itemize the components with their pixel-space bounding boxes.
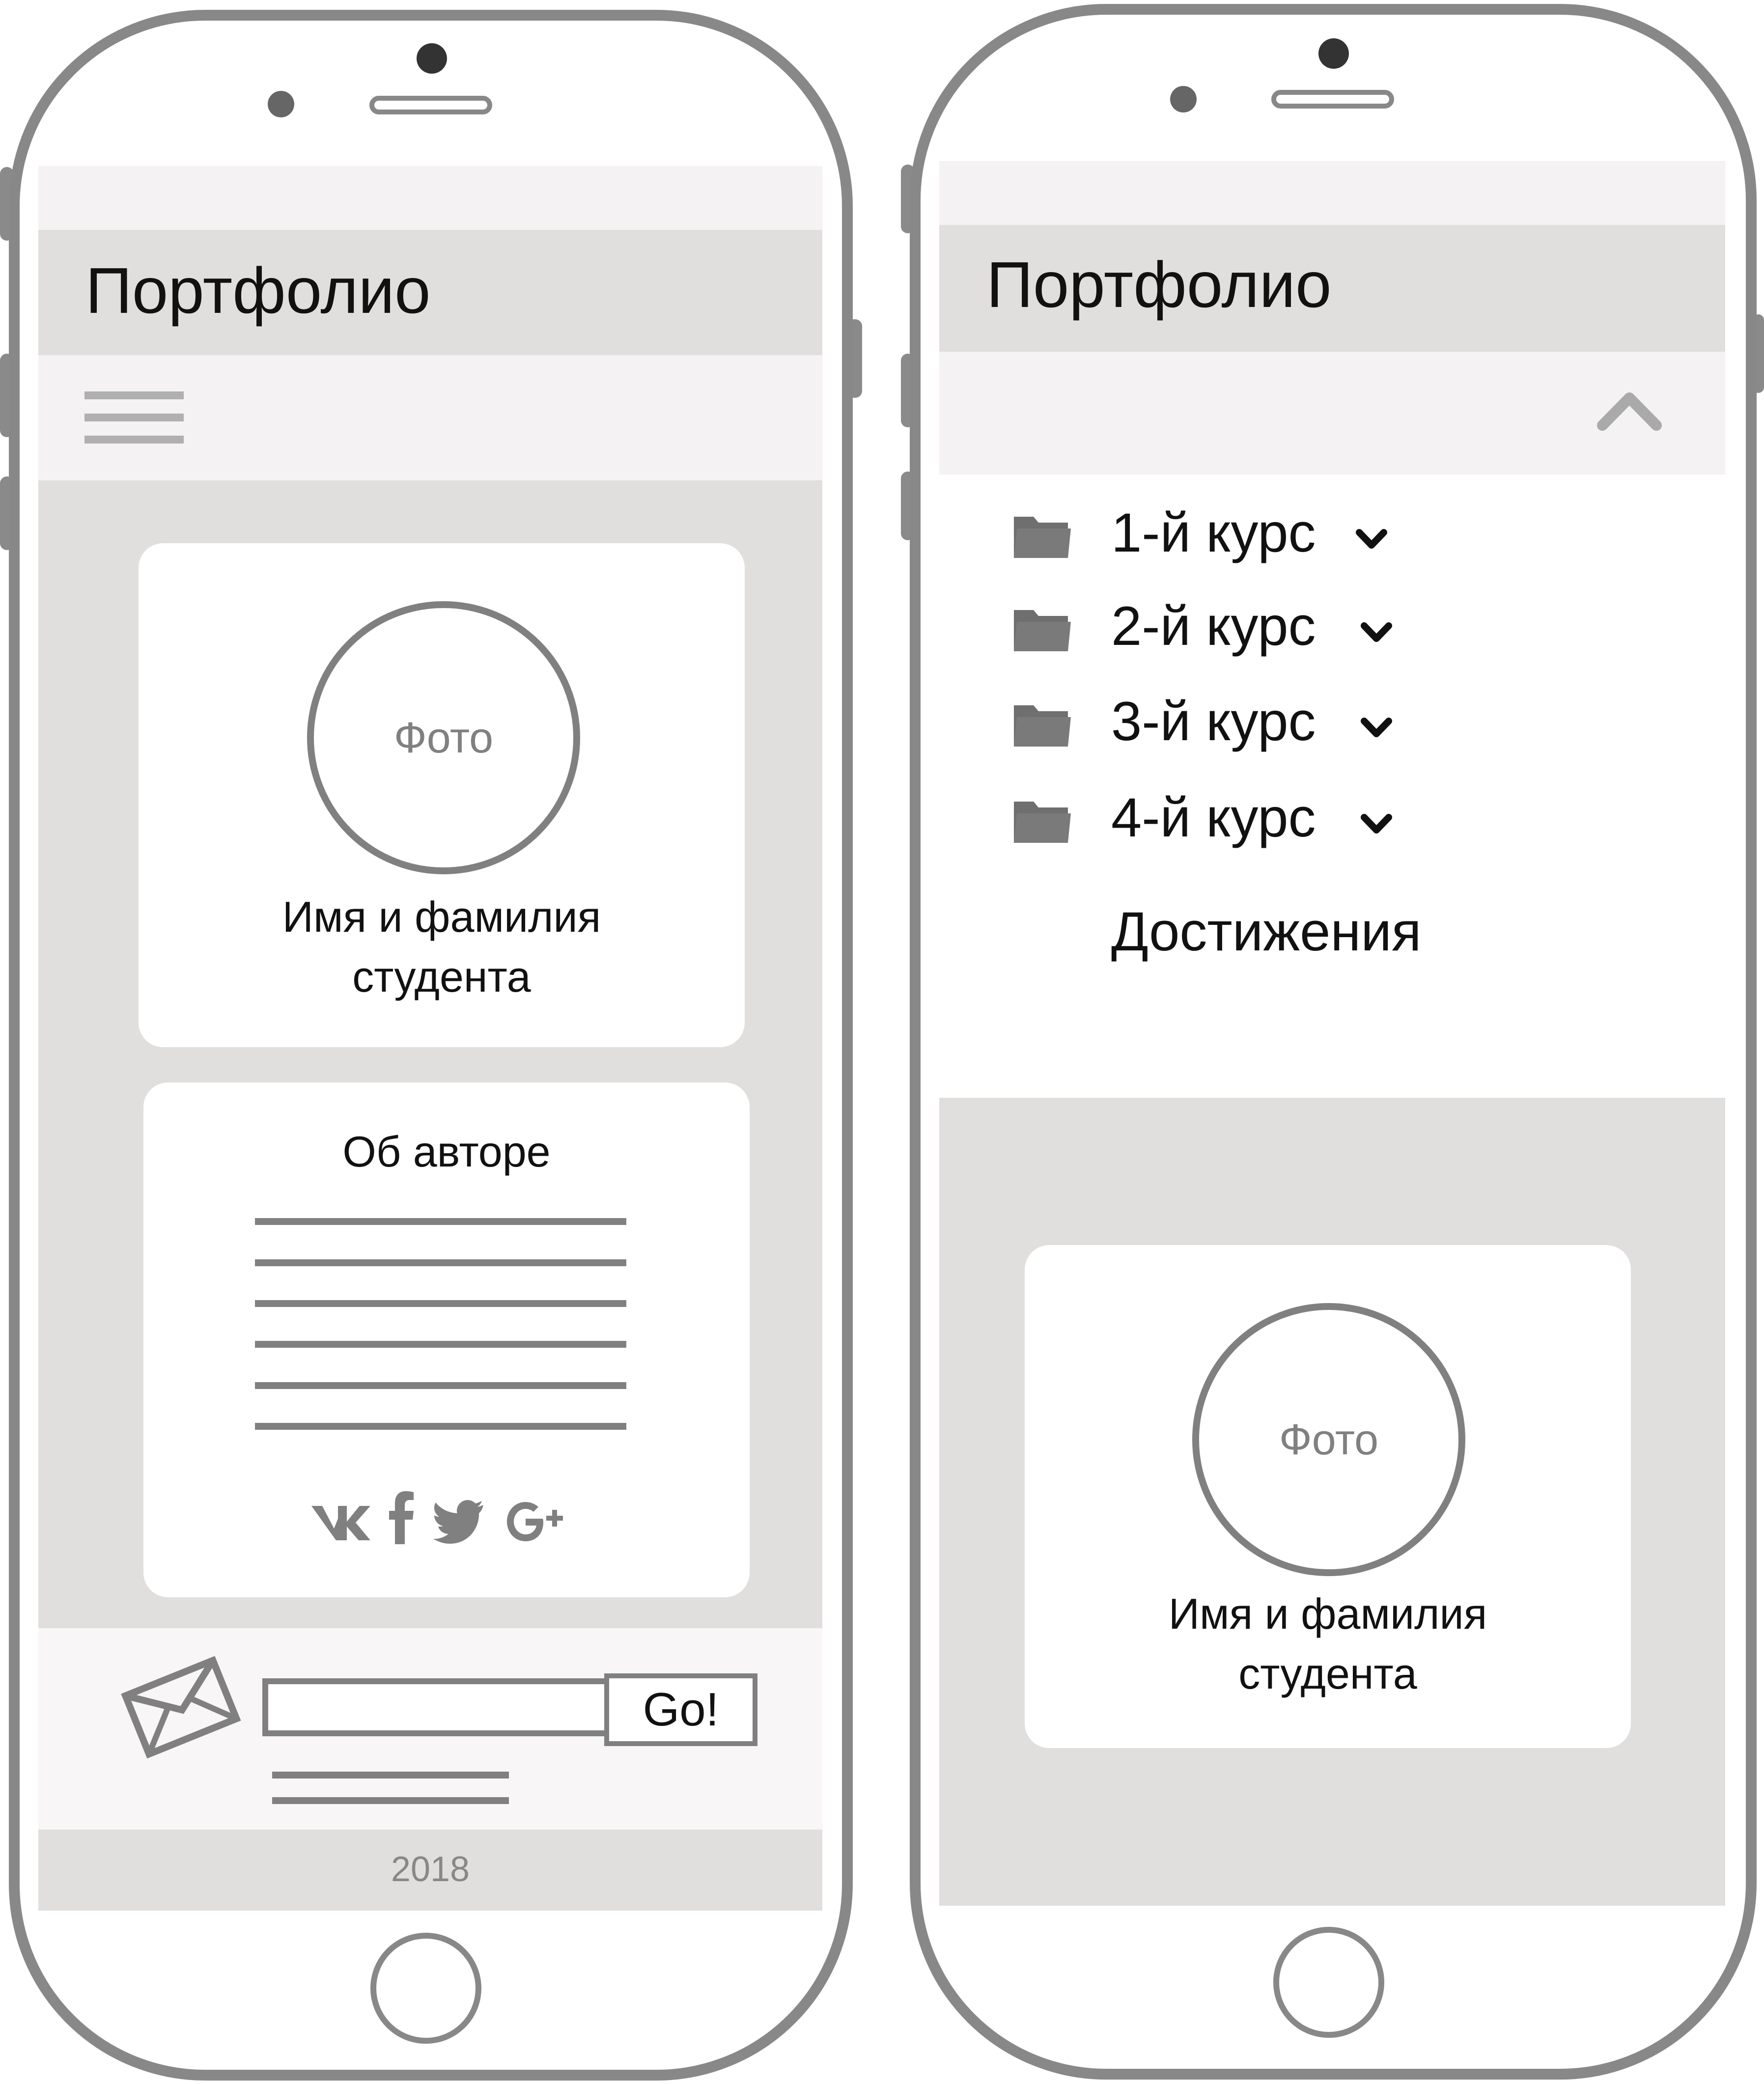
- folder-icon: [1014, 517, 1071, 558]
- menu-item-course-2[interactable]: 2-й курс: [939, 594, 1725, 658]
- chevron-down-icon[interactable]: [1359, 620, 1394, 644]
- menu-item-course-4[interactable]: 4-й курс: [939, 786, 1725, 850]
- folder-icon: [1014, 610, 1071, 651]
- sensor-dot: [268, 91, 294, 117]
- chevron-down-icon[interactable]: [1354, 527, 1389, 551]
- subscribe-note-line: [272, 1772, 509, 1778]
- status-bar: [38, 166, 822, 230]
- vk-icon[interactable]: [309, 1499, 371, 1543]
- menu-item-course-1[interactable]: 1-й курс: [939, 501, 1725, 565]
- content-area: Фото Имя и фамилия студента: [939, 1098, 1725, 1906]
- photo-label: Фото: [1279, 1415, 1379, 1464]
- chevron-up-icon[interactable]: [1596, 387, 1662, 431]
- hamburger-menu-icon[interactable]: [84, 386, 184, 449]
- content-area: Фото Имя и фамилия студента Об авторе: [38, 480, 822, 1794]
- page-title: Портфолио: [986, 249, 1332, 321]
- student-name-line1: Имя и фамилия: [282, 892, 601, 941]
- header: Портфолио: [38, 230, 822, 355]
- nav-bar: [38, 355, 822, 480]
- subscribe-note-line: [272, 1797, 509, 1804]
- photo-placeholder[interactable]: Фото: [1192, 1303, 1465, 1576]
- header: Портфолио: [939, 225, 1725, 352]
- chevron-down-icon[interactable]: [1359, 811, 1394, 836]
- profile-card: Фото Имя и фамилия студента: [139, 543, 745, 1047]
- photo-placeholder[interactable]: Фото: [307, 601, 580, 874]
- chevron-down-icon[interactable]: [1359, 715, 1394, 740]
- menu-item-label: 2-й курс: [1111, 595, 1316, 657]
- twitter-icon[interactable]: [433, 1496, 484, 1545]
- student-name-line1: Имя и фамилия: [1168, 1589, 1487, 1638]
- go-button[interactable]: Go!: [604, 1673, 757, 1746]
- envelope-icon: [121, 1656, 241, 1758]
- about-card: Об авторе: [143, 1083, 750, 1597]
- about-title: Об авторе: [342, 1127, 551, 1176]
- google-plus-icon[interactable]: [506, 1499, 571, 1543]
- student-name-line2: студента: [1238, 1649, 1417, 1698]
- left-subscribe: Go!: [38, 1628, 822, 1830]
- profile-card: Фото Имя и фамилия студента: [1025, 1245, 1631, 1748]
- status-bar: [939, 161, 1725, 225]
- right-screen: Портфолио 1-й курс 2-й курс 3-й курс 4-й…: [939, 161, 1725, 1906]
- sensor-dot: [1170, 86, 1197, 112]
- menu-item-course-3[interactable]: 3-й курс: [939, 690, 1725, 753]
- folder-icon: [1014, 705, 1071, 747]
- student-name-line2: студента: [352, 952, 531, 1001]
- menu-item-label: 1-й курс: [1111, 502, 1316, 563]
- speaker-grille: [1271, 90, 1394, 109]
- nav-bar: [939, 352, 1725, 474]
- page-title: Портфолио: [85, 254, 431, 327]
- home-button[interactable]: [370, 1933, 481, 2044]
- speaker-grille: [369, 96, 492, 114]
- facebook-icon[interactable]: [389, 1491, 414, 1545]
- menu-item-label: 4-й курс: [1111, 787, 1316, 848]
- left-footer: 2018: [38, 1830, 822, 1911]
- folder-icon: [1014, 802, 1071, 843]
- camera-dot: [1318, 38, 1349, 69]
- email-input[interactable]: [262, 1678, 610, 1736]
- camera-dot: [417, 43, 447, 74]
- go-button-label: Go!: [643, 1683, 719, 1736]
- footer-year: 2018: [391, 1850, 470, 1889]
- menu-item-achievements[interactable]: Достижения: [939, 900, 1725, 964]
- photo-label: Фото: [393, 713, 494, 762]
- menu-item-label: 3-й курс: [1111, 691, 1316, 752]
- home-button[interactable]: [1273, 1927, 1384, 2038]
- menu-item-label: Достижения: [1111, 901, 1422, 962]
